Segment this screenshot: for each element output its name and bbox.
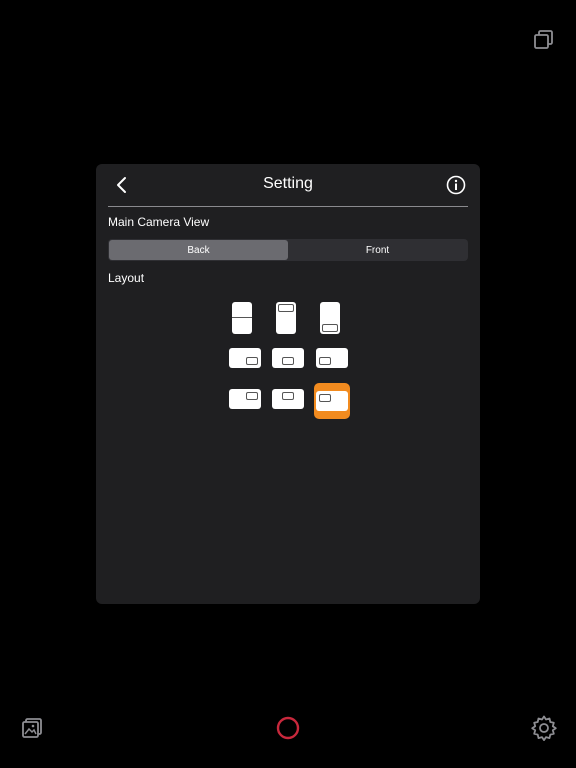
layout-tile [272,348,304,368]
segment-front[interactable]: Front [288,240,467,260]
settings-panel: Setting Main Camera View Back Front Layo… [96,164,480,604]
layout-option-portrait-pip-bottom[interactable] [316,300,344,336]
layout-label: Layout [108,271,145,285]
layout-option-landscape-pip-top-center[interactable] [271,387,305,411]
layout-grid [228,300,352,420]
record-icon [276,716,300,740]
gallery-icon [22,718,42,738]
layout-tile [316,391,348,411]
layout-option-portrait-split[interactable] [228,300,256,336]
layout-tile [272,389,304,409]
layout-tile [229,348,261,368]
layout-tile [232,302,252,334]
layout-tile [316,348,348,368]
gallery-button[interactable] [16,712,48,744]
panel-header: Setting [108,164,468,207]
layout-tile [229,389,261,409]
layout-option-landscape-pip-top-right[interactable] [228,387,262,411]
settings-button[interactable] [526,710,562,746]
layout-option-landscape-pip-bottom-right[interactable] [228,346,262,370]
switch-camera-icon [534,30,553,49]
gear-icon [531,715,557,741]
main-camera-segmented-control: Back Front [108,239,468,261]
info-circle-icon [446,175,466,195]
main-camera-label: Main Camera View [108,215,210,229]
layout-option-landscape-pip-top-left[interactable] [314,383,350,419]
info-button[interactable] [444,173,468,197]
switch-camera-button[interactable] [528,24,560,56]
panel-title: Setting [263,175,313,192]
layout-tile [320,302,340,334]
layout-tile [276,302,296,334]
record-button[interactable] [272,712,304,744]
layout-option-landscape-pip-bottom-center[interactable] [271,346,305,370]
layout-option-landscape-pip-bottom-left[interactable] [315,346,349,370]
segment-back[interactable]: Back [109,240,288,260]
layout-option-portrait-pip-top[interactable] [272,300,300,336]
screen: Setting Main Camera View Back Front Layo… [0,0,576,768]
